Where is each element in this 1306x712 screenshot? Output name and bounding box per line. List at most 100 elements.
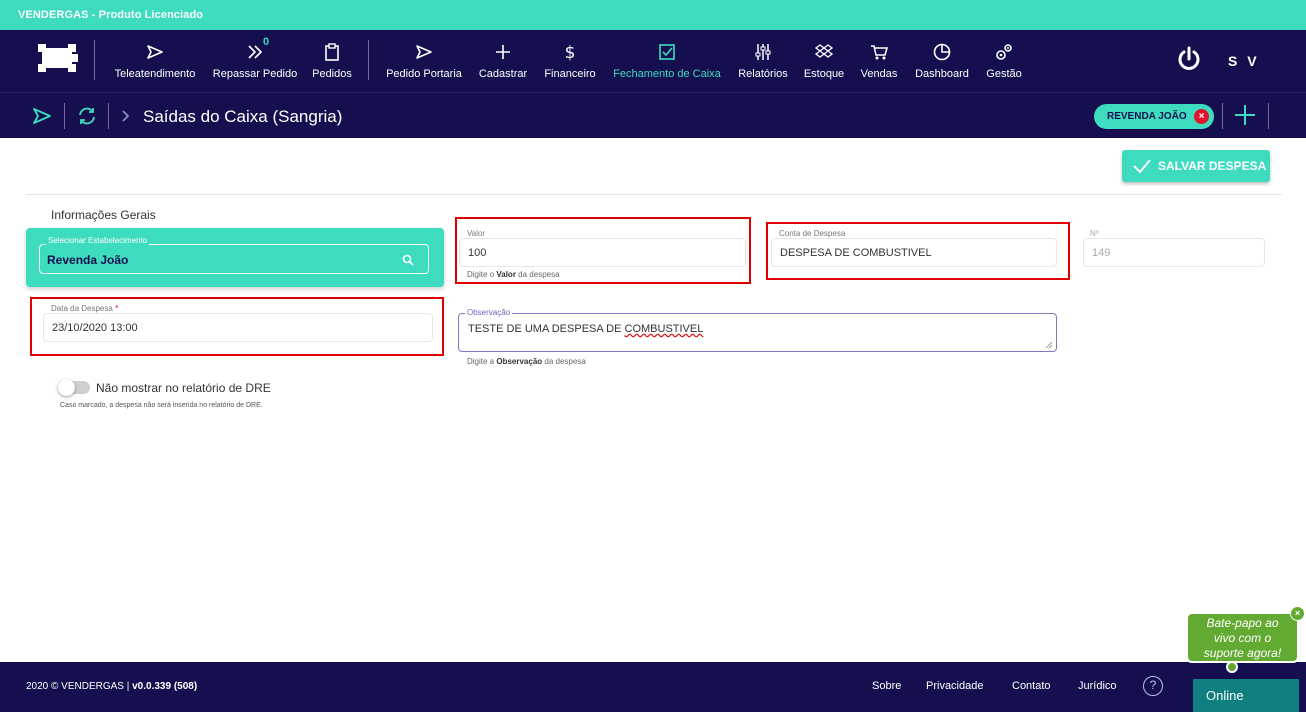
establishment-chip[interactable]: REVENDA JOÃO × <box>1094 104 1214 129</box>
chat-bubble-tail <box>1226 661 1238 673</box>
refresh-icon[interactable] <box>76 105 98 127</box>
establishment-card: Selecionar Estabelecimento Revenda João <box>26 228 444 287</box>
nav-item-label: Repassar Pedido <box>212 68 298 80</box>
establishment-label: Selecionar Estabelecimento <box>46 236 150 245</box>
footer-link-sobre[interactable]: Sobre <box>872 680 901 692</box>
chat-invite-line: vivo com o <box>1213 631 1272 645</box>
nav-item-label: Gestão <box>986 68 1022 80</box>
nav-item-gestao[interactable]: Gestão <box>984 42 1024 82</box>
conta-despesa-field[interactable]: DESPESA DE COMBUSTIVEL <box>771 238 1057 267</box>
plus-icon <box>496 45 510 59</box>
clipboard-icon <box>325 43 339 61</box>
pie-chart-icon <box>933 43 951 61</box>
subbar-separator <box>1268 103 1269 129</box>
send-icon[interactable] <box>31 105 53 127</box>
data-despesa-value: 23/10/2020 13:00 <box>52 322 138 334</box>
send-icon <box>147 45 163 59</box>
nav-item-label: Teleatendimento <box>114 68 196 80</box>
power-icon[interactable] <box>1176 46 1202 72</box>
main-navbar: Teleatendimento 0 Repassar Pedido Pedido… <box>0 30 1306 92</box>
establishment-select[interactable]: Selecionar Estabelecimento Revenda João <box>39 236 429 274</box>
nav-item-label: Pedidos <box>312 68 352 80</box>
section-divider <box>26 194 1282 195</box>
footer-link-juridico[interactable]: Jurídico <box>1078 680 1117 692</box>
numero-value: 149 <box>1092 247 1111 259</box>
footer-copyright: 2020 © VENDERGAS | v0.0.339 (508) <box>26 681 198 692</box>
valor-value: 100 <box>468 247 487 259</box>
nav-item-fechamento-caixa[interactable]: Fechamento de Caixa <box>610 42 724 82</box>
gears-icon <box>996 44 1012 60</box>
dollar-icon: $ <box>565 43 576 62</box>
subbar-separator <box>64 103 65 129</box>
nav-item-label: Cadastrar <box>478 68 528 80</box>
nav-item-vendas[interactable]: Vendas <box>858 42 900 82</box>
nav-item-pedido-portaria[interactable]: Pedido Portaria <box>384 42 464 82</box>
valor-hint: Digite o Valor da despesa <box>467 270 560 279</box>
chip-label: REVENDA JOÃO <box>1107 111 1187 122</box>
close-icon[interactable]: × <box>1194 109 1209 124</box>
toggle-knob <box>58 379 75 396</box>
svg-text:$: $ <box>565 43 576 62</box>
chat-invite-bubble[interactable]: Bate-papo ao vivo com o suporte agora! <box>1186 612 1299 663</box>
online-chat-button[interactable]: Online <box>1193 679 1299 712</box>
online-chat-label: Online <box>1206 688 1244 703</box>
chat-invite-line: suporte agora! <box>1203 646 1282 660</box>
numero-field: 149 <box>1083 238 1265 267</box>
repassar-count-badge: 0 <box>263 36 270 48</box>
help-icon[interactable]: ? <box>1143 676 1163 696</box>
section-title: Informações Gerais <box>51 208 156 222</box>
observacao-value: TESTE DE UMA DESPESA DE COMBUSTIVEL <box>468 323 704 335</box>
valor-field[interactable]: 100 <box>459 238 746 267</box>
user-initials[interactable]: S V <box>1228 53 1260 69</box>
nav-separator <box>368 40 369 80</box>
nav-item-label: Dashboard <box>915 68 969 80</box>
dre-toggle-hint: Caso marcado, a despesa não será inserid… <box>60 402 263 409</box>
checkbox-icon <box>659 44 675 60</box>
conta-despesa-value: DESPESA DE COMBUSTIVEL <box>780 247 932 259</box>
observacao-hint: Digite a Observação da despesa <box>467 357 586 366</box>
nav-item-label: Fechamento de Caixa <box>613 68 721 80</box>
checkmark-icon <box>1133 159 1151 174</box>
close-icon[interactable]: × <box>1290 606 1305 621</box>
nav-item-estoque[interactable]: Estoque <box>802 42 846 82</box>
nav-item-label: Financeiro <box>544 68 596 80</box>
nav-item-relatorios[interactable]: Relatórios <box>736 42 790 82</box>
footer-link-privacidade[interactable]: Privacidade <box>926 680 983 692</box>
nav-item-teleatendimento[interactable]: Teleatendimento <box>112 42 198 82</box>
subbar-separator <box>1222 103 1223 129</box>
app-title-bar: VENDERGAS - Produto Licenciado <box>0 0 1306 30</box>
nav-separator <box>94 40 95 80</box>
nav-item-repassar-pedido[interactable]: 0 Repassar Pedido <box>212 36 298 82</box>
subbar-separator <box>108 103 109 129</box>
nav-item-financeiro[interactable]: $ Financeiro <box>542 42 598 82</box>
chat-invite-line: Bate-papo ao <box>1206 616 1279 630</box>
page-title: Saídas do Caixa (Sangria) <box>143 107 343 126</box>
save-expense-button[interactable]: SALVAR DESPESA <box>1122 150 1270 182</box>
nav-item-label: Estoque <box>803 68 845 80</box>
vendergas-logo-icon[interactable] <box>36 42 80 76</box>
data-despesa-field[interactable]: 23/10/2020 13:00 <box>43 313 433 342</box>
data-despesa-label: Data da Despesa * <box>49 304 121 313</box>
valor-label: Valor <box>465 229 488 238</box>
footer-link-contato[interactable]: Contato <box>1012 680 1051 692</box>
numero-label: Nº <box>1088 229 1101 238</box>
page-header-bar: Saídas do Caixa (Sangria) REVENDA JOÃO × <box>0 92 1306 138</box>
save-button-label: SALVAR DESPESA <box>1158 159 1267 173</box>
send-icon <box>416 45 432 59</box>
nav-item-label: Pedido Portaria <box>386 68 462 80</box>
observacao-label: Observação <box>465 308 513 317</box>
app-title: VENDERGAS - Produto Licenciado <box>18 9 204 21</box>
nav-item-label: Relatórios <box>738 68 788 80</box>
search-icon[interactable] <box>402 254 414 266</box>
observacao-textarea[interactable]: Observação TESTE DE UMA DESPESA DE COMBU… <box>458 308 1057 352</box>
dre-toggle-switch[interactable] <box>58 379 90 396</box>
nav-item-label: Vendas <box>860 68 898 80</box>
nav-item-dashboard[interactable]: Dashboard <box>912 42 972 82</box>
cart-icon <box>871 45 888 60</box>
nav-item-pedidos[interactable]: Pedidos <box>310 42 354 82</box>
nav-item-cadastrar[interactable]: Cadastrar <box>476 42 530 82</box>
double-chevron-icon <box>248 45 263 59</box>
resize-handle-icon[interactable] <box>1045 341 1052 348</box>
chevron-right-icon <box>122 110 130 122</box>
add-icon[interactable] <box>1232 102 1258 128</box>
